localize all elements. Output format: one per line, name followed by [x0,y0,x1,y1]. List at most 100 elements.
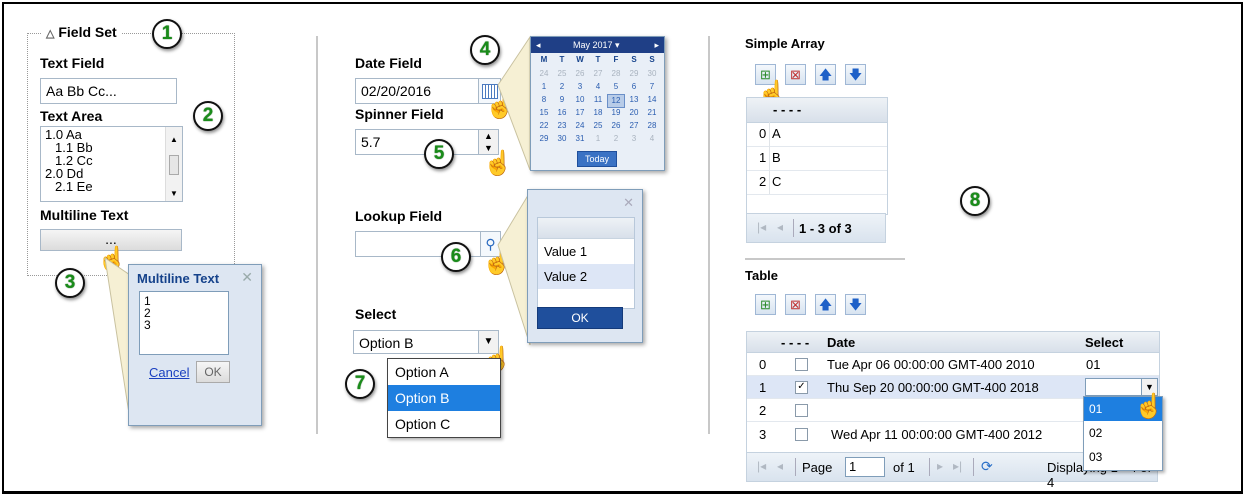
spinner-field-input[interactable]: 5.7 [355,129,479,155]
calendar-day[interactable]: 4 [589,81,607,93]
calendar-day[interactable]: 25 [553,68,571,80]
page-number-input[interactable]: 1 [845,457,885,477]
lookup-ok-button[interactable]: OK [537,307,623,329]
calendar-day[interactable]: 31 [571,133,589,145]
calendar-day[interactable]: 22 [535,120,553,132]
text-area-scrollbar[interactable]: ▲ ▼ [165,127,182,201]
move-up-icon[interactable]: 🡅 [815,294,836,315]
next-page-icon[interactable]: ▸ [937,459,943,473]
calendar-day[interactable]: 1 [535,81,553,93]
table-row[interactable]: 1 B [747,146,887,171]
calendar-day[interactable]: 30 [553,133,571,145]
next-month-icon[interactable]: ▸ [654,37,659,53]
last-page-icon[interactable]: ▸| [953,459,962,473]
move-down-icon[interactable]: 🡇 [845,64,866,85]
calendar-day[interactable]: 19 [607,107,625,119]
field-set-legend[interactable]: △ Field Set [42,24,121,40]
move-up-icon[interactable]: 🡅 [815,64,836,85]
row-checkbox[interactable] [795,358,808,371]
calendar-day[interactable]: 25 [589,120,607,132]
calendar-day[interactable]: 24 [535,68,553,80]
calendar-day[interactable]: 13 [625,94,643,106]
calendar-day[interactable]: 28 [607,68,625,80]
row-checkbox[interactable] [795,404,808,417]
text-field-input[interactable]: Aa Bb Cc... [40,78,177,104]
select-option[interactable]: Option A [388,359,500,385]
calendar-day[interactable]: 7 [643,81,661,93]
table-row[interactable]: 2 C [747,170,887,195]
dropdown-option[interactable]: 02 [1084,421,1162,445]
table-row[interactable]: 0 A [747,122,887,147]
calendar-day[interactable]: 15 [535,107,553,119]
calendar-day[interactable]: 24 [571,120,589,132]
calendar-day[interactable]: 14 [643,94,661,106]
today-button[interactable]: Today [577,151,617,167]
dropdown-option[interactable]: 03 [1084,445,1162,469]
close-icon[interactable]: ✕ [241,269,253,286]
calendar-day[interactable]: 1 [589,133,607,145]
lookup-option[interactable]: Value 2 [538,264,634,289]
calendar-day[interactable]: 3 [625,133,643,145]
calendar-day[interactable]: 11 [589,94,607,106]
calendar-day[interactable]: 27 [625,120,643,132]
select-option-selected[interactable]: Option B [388,385,500,411]
calendar-day[interactable]: 26 [571,68,589,80]
text-area[interactable]: 1.0 Aa 1.1 Bb 1.2 Cc 2.0 Dd 2.1 Ee ▲ ▼ [40,126,183,202]
calendar-day[interactable]: 6 [625,81,643,93]
prev-page-icon[interactable]: ◂ [777,220,783,234]
row-checkbox[interactable] [795,428,808,441]
calendar-day[interactable]: 29 [535,133,553,145]
calendar-day[interactable]: 23 [553,120,571,132]
prev-month-icon[interactable]: ◂ [536,37,541,53]
table-row[interactable]: 0 Tue Apr 06 00:00:00 GMT-400 2010 01 [747,353,1159,376]
cancel-link[interactable]: Cancel [149,365,189,380]
col-select[interactable]: Select [1085,335,1123,350]
calendar-day[interactable]: 20 [625,107,643,119]
delete-row-icon[interactable]: ⊠ [785,64,806,85]
month-picker[interactable]: May 2017 ▾ [573,37,620,53]
scroll-down-icon[interactable]: ▼ [166,185,182,201]
calendar-day[interactable]: 28 [643,120,661,132]
calendar-day[interactable]: 8 [535,94,553,106]
col-marker: - - - - [781,335,810,350]
ok-button[interactable]: OK [196,361,230,383]
calendar-day[interactable]: 30 [643,68,661,80]
calendar-day[interactable]: 5 [607,81,625,93]
add-row-icon[interactable]: ⊞ [755,294,776,315]
select-value[interactable]: Option B [353,330,479,354]
calendar-header: ◂ May 2017 ▾ ▸ [531,37,664,53]
move-down-icon[interactable]: 🡇 [845,294,866,315]
spin-up-icon[interactable]: ▲ [479,130,498,142]
collapse-triangle-icon[interactable]: △ [46,28,54,40]
calendar-day[interactable]: 29 [625,68,643,80]
refresh-icon[interactable]: ⟳ [981,458,993,475]
calendar-day[interactable]: 18 [589,107,607,119]
calendar-day[interactable]: 2 [607,133,625,145]
first-page-icon[interactable]: |◂ [757,459,766,473]
close-icon[interactable]: ✕ [623,195,634,211]
calendar-day[interactable]: 12 [607,94,625,108]
row-checkbox[interactable]: ✓ [795,381,808,394]
date-field-input[interactable]: 02/20/2016 [355,78,479,104]
calendar-day[interactable]: 21 [643,107,661,119]
calendar-day[interactable]: 27 [589,68,607,80]
calendar-day[interactable]: 2 [553,81,571,93]
simple-array-grid: - - - - 0 A 1 B 2 C [746,97,888,215]
calendar-day[interactable]: 3 [571,81,589,93]
scroll-thumb[interactable] [169,155,179,175]
calendar-day[interactable]: 26 [607,120,625,132]
hand-cursor-icon: ☝ [1134,393,1164,420]
calendar-day[interactable]: 16 [553,107,571,119]
col-date[interactable]: Date [827,335,855,350]
first-page-icon[interactable]: |◂ [757,220,766,234]
lookup-option[interactable]: Value 1 [538,239,634,264]
calendar-day[interactable]: 4 [643,133,661,145]
select-option[interactable]: Option C [388,411,500,437]
multiline-textarea[interactable]: 1 2 3 [139,291,229,355]
delete-row-icon[interactable]: ⊠ [785,294,806,315]
calendar-day[interactable]: 10 [571,94,589,106]
calendar-day[interactable]: 17 [571,107,589,119]
scroll-up-icon[interactable]: ▲ [166,131,182,149]
prev-page-icon[interactable]: ◂ [777,459,783,473]
calendar-day[interactable]: 9 [553,94,571,106]
